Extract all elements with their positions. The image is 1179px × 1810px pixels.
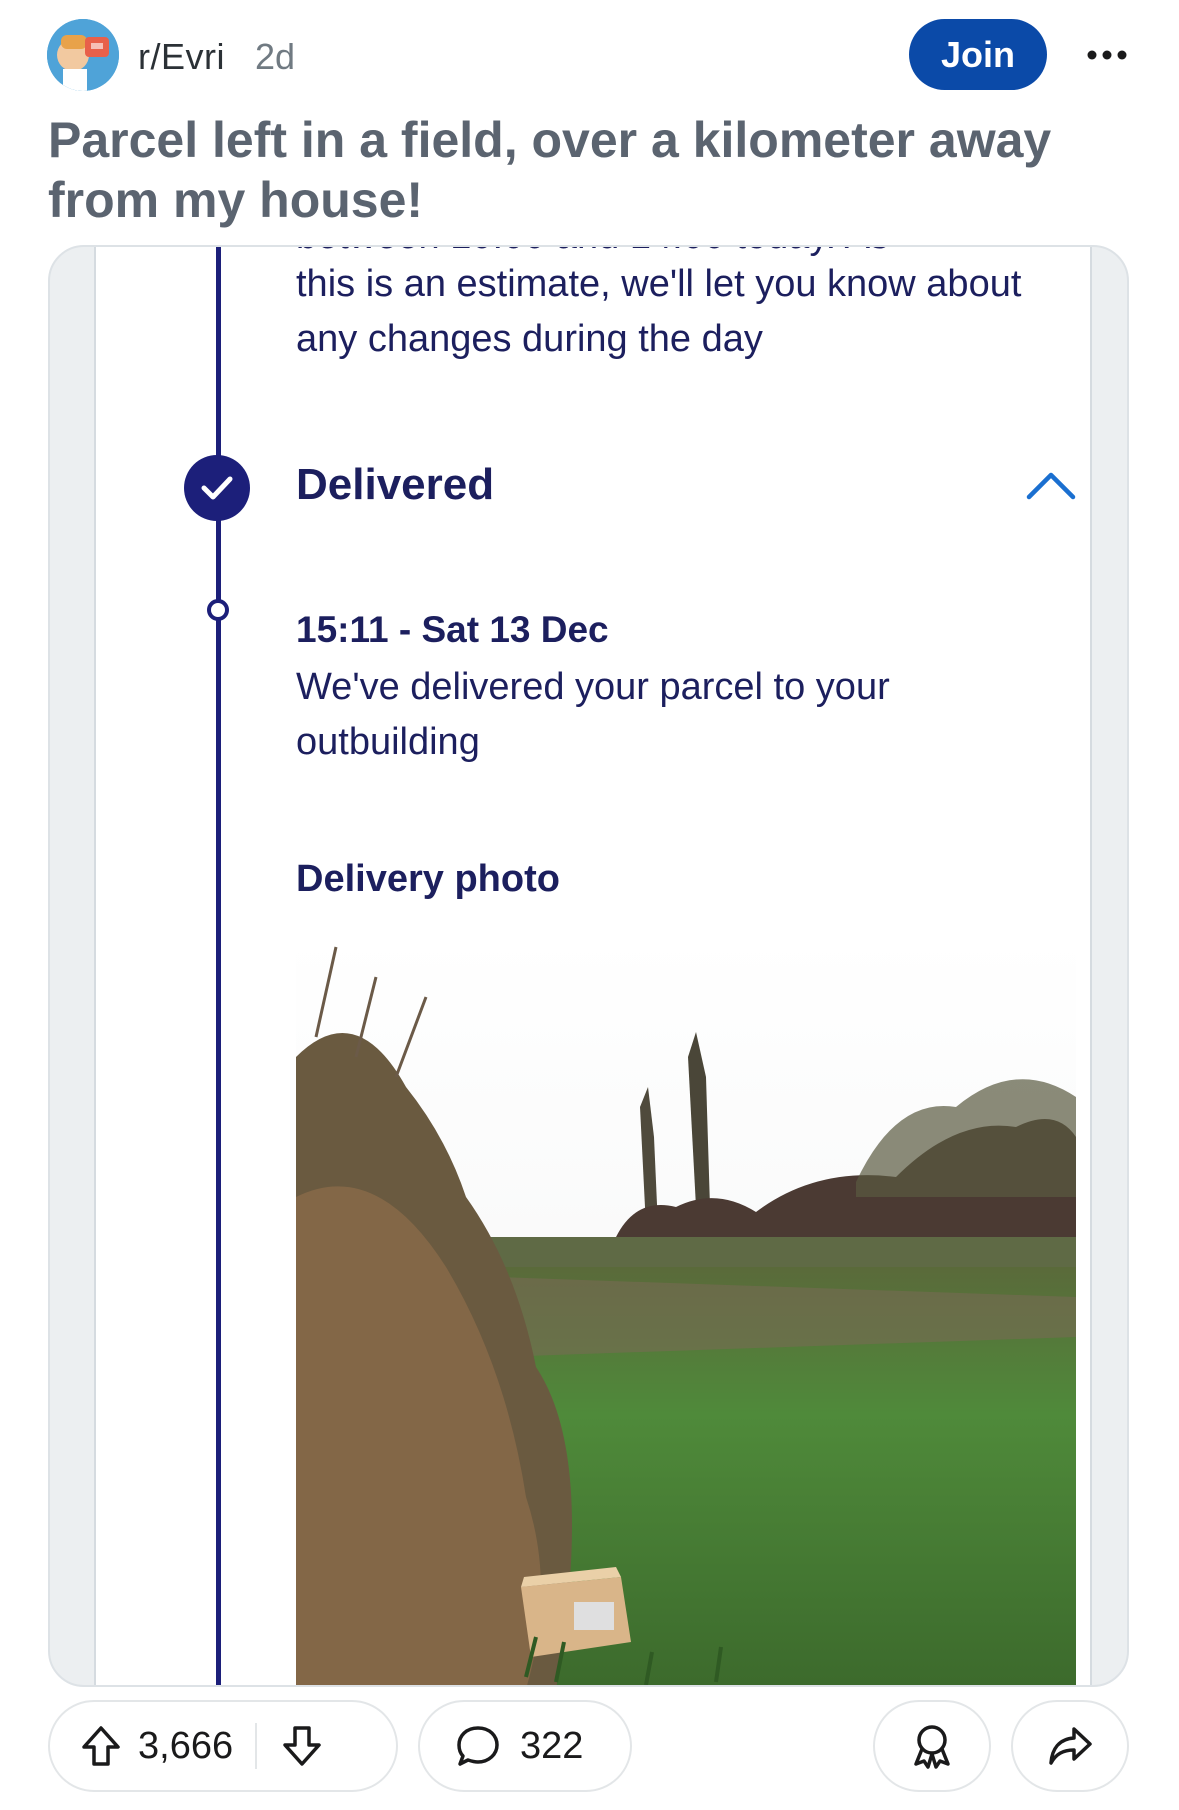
upvote-count: 3,666 bbox=[138, 1724, 234, 1767]
share-button[interactable] bbox=[1011, 1700, 1129, 1792]
join-button[interactable]: Join bbox=[909, 19, 1047, 90]
status-heading: Delivered bbox=[296, 460, 495, 509]
share-icon bbox=[1049, 1727, 1092, 1765]
event-message: We've delivered your parcel to your outb… bbox=[296, 666, 890, 763]
award-button[interactable] bbox=[873, 1700, 991, 1792]
chevron-up-icon bbox=[1026, 472, 1076, 500]
downvote-icon[interactable] bbox=[279, 1723, 325, 1769]
estimate-text: this is an estimate, we'll let you know … bbox=[296, 263, 1022, 360]
vote-bar: 3,666 bbox=[48, 1700, 398, 1792]
more-icon[interactable] bbox=[1082, 30, 1132, 80]
comment-icon bbox=[457, 1726, 499, 1766]
post-media[interactable]: between 10:00 and 14:00 today. As this i… bbox=[48, 245, 1129, 1687]
vote-divider bbox=[255, 1723, 258, 1769]
timeline-dot bbox=[207, 599, 229, 621]
delivery-photo-heading: Delivery photo bbox=[296, 858, 560, 900]
check-icon bbox=[184, 455, 250, 521]
post-title[interactable]: Parcel left in a field, over a kilometer… bbox=[48, 110, 1128, 230]
tracking-panel: between 10:00 and 14:00 today. As this i… bbox=[94, 247, 1092, 1685]
comments-button[interactable]: 322 bbox=[418, 1700, 632, 1792]
avatar[interactable] bbox=[47, 19, 119, 91]
subreddit-name[interactable]: r/Evri bbox=[138, 36, 225, 78]
delivery-photo bbox=[296, 937, 1076, 1685]
award-icon bbox=[914, 1725, 950, 1769]
post-age: 2d bbox=[255, 36, 296, 77]
upvote-icon[interactable] bbox=[78, 1723, 124, 1769]
event-time: 15:11 - Sat 13 Dec bbox=[296, 609, 609, 650]
comment-count: 322 bbox=[520, 1724, 584, 1767]
subreddit-avatar-icon bbox=[47, 19, 119, 91]
